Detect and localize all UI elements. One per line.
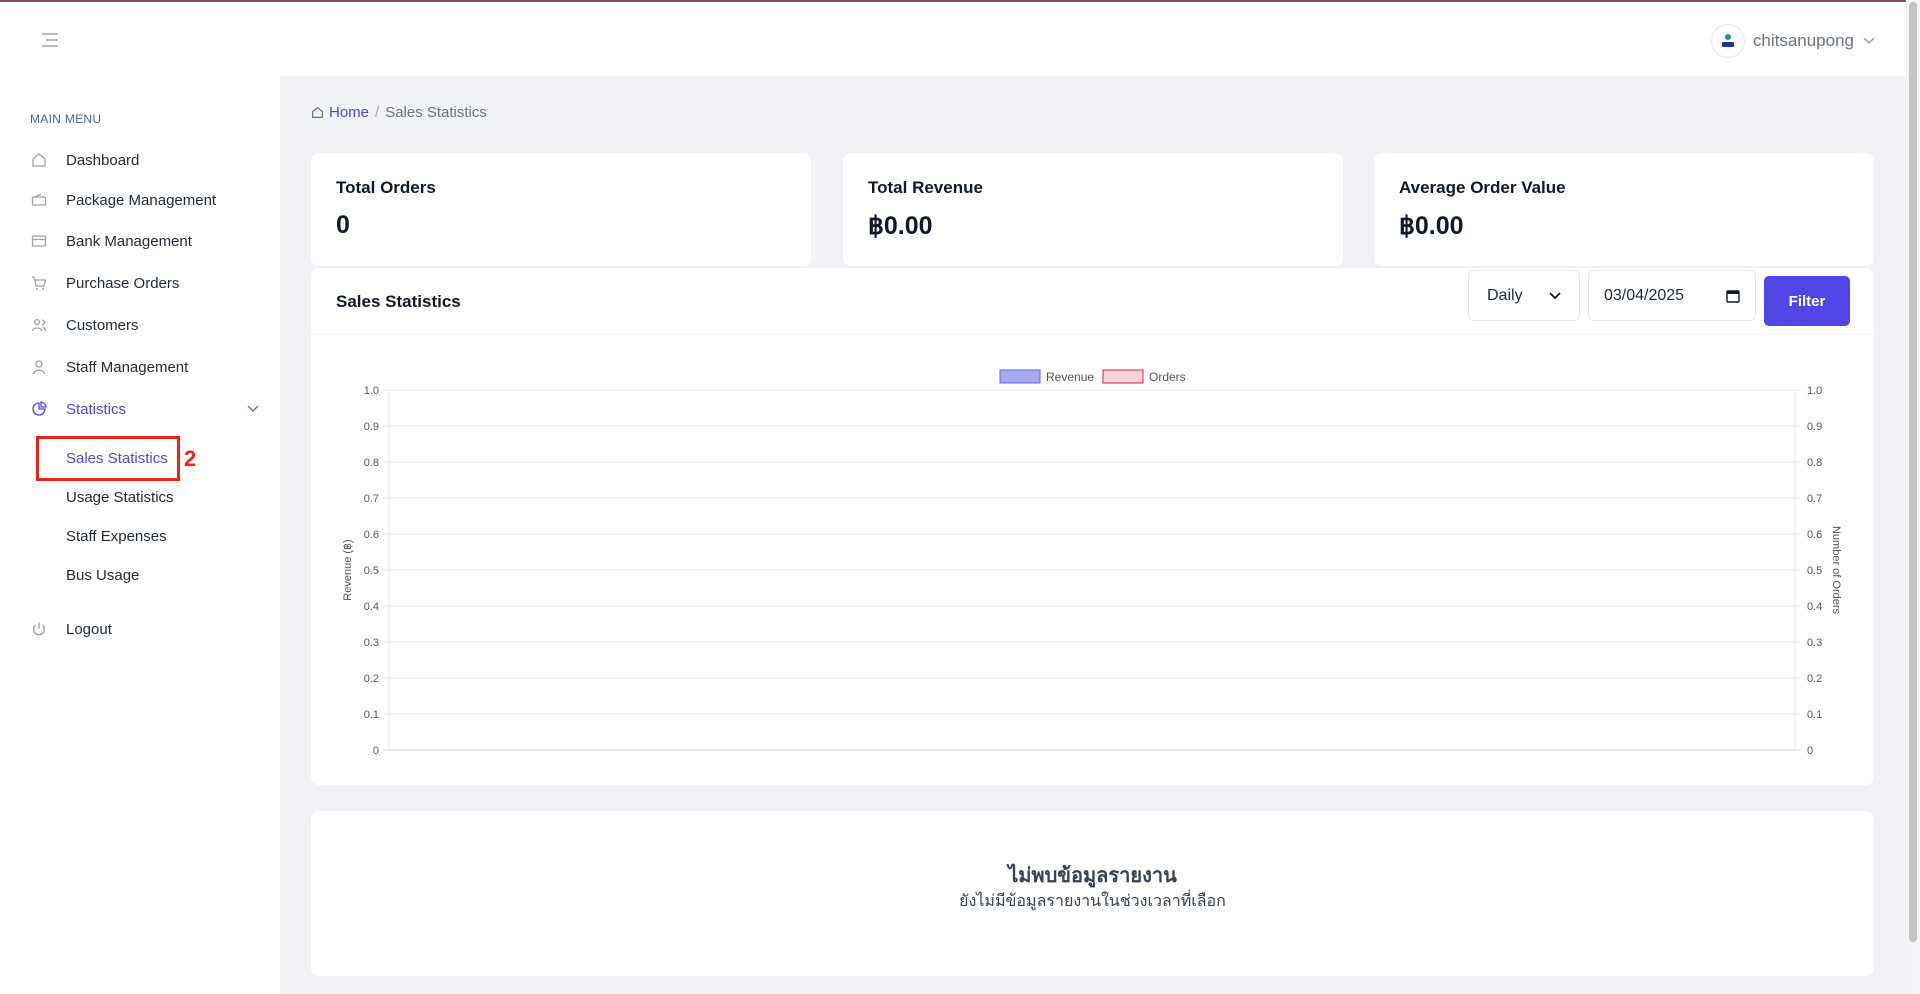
chart-section-title: Sales Statistics: [336, 292, 461, 311]
y2-tick-label: 0.6: [1807, 529, 1822, 541]
y-tick-label: 0.5: [364, 565, 379, 577]
y2-tick-label: 1.0: [1807, 385, 1822, 397]
stat-card-total-orders: Total Orders 0: [311, 153, 811, 266]
y2-tick-label: 0: [1807, 745, 1813, 757]
stat-card-total-revenue: Total Revenue ฿0.00: [843, 153, 1343, 266]
y-axis-title: Revenue (฿): [342, 539, 354, 600]
y-tick-label: 0.3: [364, 637, 379, 649]
stat-value: ฿0.00: [868, 212, 933, 240]
sidebar-item-label: Bank Management: [66, 232, 192, 250]
stat-label: Average Order Value: [1399, 178, 1566, 197]
sidebar-item-package-management[interactable]: Package Management: [30, 188, 260, 212]
y2-tick-label: 0.2: [1807, 673, 1822, 685]
chevron-down-icon: [246, 401, 260, 418]
pie-chart-icon: [30, 400, 48, 418]
period-select-value: Daily: [1487, 286, 1523, 304]
y-tick-label: 0.1: [364, 709, 379, 721]
sidebar-item-label: Purchase Orders: [66, 274, 180, 292]
date-input[interactable]: 03/04/2025: [1588, 270, 1756, 321]
y-tick-label: 0.4: [364, 601, 379, 613]
y-tick-label: 0: [373, 745, 379, 757]
report-empty-title: ไม่พบข้อมูลรายงาน: [1008, 865, 1177, 887]
sidebar-item-customers[interactable]: Customers: [30, 313, 260, 337]
report-card: ไม่พบข้อมูลรายงาน ยังไม่มีข้อมูลรายงานใน…: [311, 811, 1874, 976]
sidebar-item-label: Customers: [66, 316, 139, 334]
breadcrumb-home-label: Home: [329, 104, 370, 121]
stat-value: 0: [336, 211, 350, 239]
sidebar-item-bank-management[interactable]: Bank Management: [30, 229, 260, 253]
breadcrumb-current: Sales Statistics: [385, 104, 487, 121]
sidebar-item-label: Dashboard: [66, 151, 140, 169]
breadcrumb-separator: /: [375, 104, 380, 121]
ticket-icon: [30, 191, 48, 209]
sales-statistics-card: Sales Statistics Daily 03/04/2025 Filter…: [311, 268, 1874, 785]
cart-icon: [30, 274, 48, 292]
y2-tick-label: 0.4: [1807, 601, 1822, 613]
y-tick-label: 0.2: [364, 673, 379, 685]
chevron-down-icon: [1549, 291, 1561, 299]
sidebar-item-staff-management[interactable]: Staff Management: [30, 355, 260, 379]
username: chitsanupong: [1752, 31, 1854, 50]
y2-tick-label: 0.3: [1807, 637, 1822, 649]
user-icon: [30, 358, 48, 376]
y2-tick-label: 0.1: [1807, 709, 1822, 721]
user-menu[interactable]: chitsanupong: [1710, 24, 1876, 58]
sidebar-item-label: Staff Management: [66, 358, 189, 376]
credit-card-icon: [30, 232, 48, 250]
filter-button[interactable]: Filter: [1764, 276, 1850, 326]
company-logo-icon: [1721, 34, 1734, 47]
scrollbar-thumb[interactable]: [1909, 2, 1917, 942]
users-icon: [30, 316, 48, 334]
sidebar-subitem-staff-expenses[interactable]: Staff Expenses: [66, 528, 167, 545]
home-icon: [312, 106, 323, 118]
logout-label: Logout: [66, 620, 112, 638]
sidebar-item-statistics[interactable]: Statistics: [30, 397, 260, 421]
avatar: [1710, 24, 1745, 58]
y-tick-label: 0.9: [364, 421, 379, 433]
legend-label-orders: Orders: [1149, 370, 1186, 384]
sidebar-subitem-usage-statistics[interactable]: Usage Statistics: [66, 489, 174, 506]
scrollbar[interactable]: [1906, 0, 1920, 994]
y2-tick-label: 0.7: [1807, 493, 1822, 505]
sidebar-item-label: Statistics: [66, 400, 127, 418]
stat-label: Total Revenue: [868, 178, 983, 197]
logout-button[interactable]: Logout: [30, 617, 260, 641]
sidebar: MAIN MENU Dashboard Package Management B…: [0, 76, 280, 994]
date-input-value: 03/04/2025: [1604, 286, 1685, 304]
stat-card-average-order-value: Average Order Value ฿0.00: [1374, 153, 1874, 266]
legend-swatch-orders: [1102, 369, 1144, 384]
stat-label: Total Orders: [336, 178, 436, 197]
annotation-number: 2: [184, 446, 197, 471]
breadcrumb: Home / Sales Statistics: [311, 104, 487, 121]
y2-tick-label: 0.9: [1807, 421, 1822, 433]
report-empty-subtitle: ยังไม่มีข้อมูลรายงานในช่วงเวลาที่เลือก: [959, 893, 1226, 910]
menu-toggle-icon[interactable]: [40, 32, 60, 48]
legend-swatch-revenue: [999, 369, 1041, 384]
sidebar-item-label: Package Management: [66, 191, 217, 209]
y2-tick-label: 0.5: [1807, 565, 1822, 577]
home-icon: [30, 151, 48, 169]
period-select[interactable]: Daily: [1468, 270, 1580, 321]
chart-header: Sales Statistics Daily 03/04/2025 Filter: [311, 268, 1874, 335]
y-tick-label: 1.0: [364, 385, 379, 397]
y2-tick-label: 0.8: [1807, 457, 1822, 469]
sidebar-subitem-bus-usage[interactable]: Bus Usage: [66, 567, 139, 584]
calendar-icon[interactable]: [1726, 289, 1740, 303]
sidebar-item-purchase-orders[interactable]: Purchase Orders: [30, 271, 260, 295]
legend-label-revenue: Revenue: [1046, 370, 1094, 384]
sidebar-item-dashboard[interactable]: Dashboard: [30, 148, 260, 172]
menu-header: MAIN MENU: [30, 112, 102, 126]
y2-axis-title: Number of Orders: [1830, 526, 1842, 615]
top-bar: chitsanupong: [0, 0, 1906, 76]
sales-chart: 0 0 0.1 0.1 0.2 0.2 0.3 0.3 0.4 0.4 0.5 0.5 0.6 0.6 0.…: [342, 369, 1842, 757]
y-tick-label: 0.7: [364, 493, 379, 505]
y-tick-label: 0.6: [364, 529, 379, 541]
stat-value: ฿0.00: [1399, 212, 1464, 240]
power-icon: [30, 620, 48, 638]
breadcrumb-home-link[interactable]: Home: [311, 104, 369, 121]
y-tick-label: 0.8: [364, 457, 379, 469]
chevron-down-icon: [1862, 33, 1876, 49]
annotation-highlight-box: [36, 436, 180, 481]
